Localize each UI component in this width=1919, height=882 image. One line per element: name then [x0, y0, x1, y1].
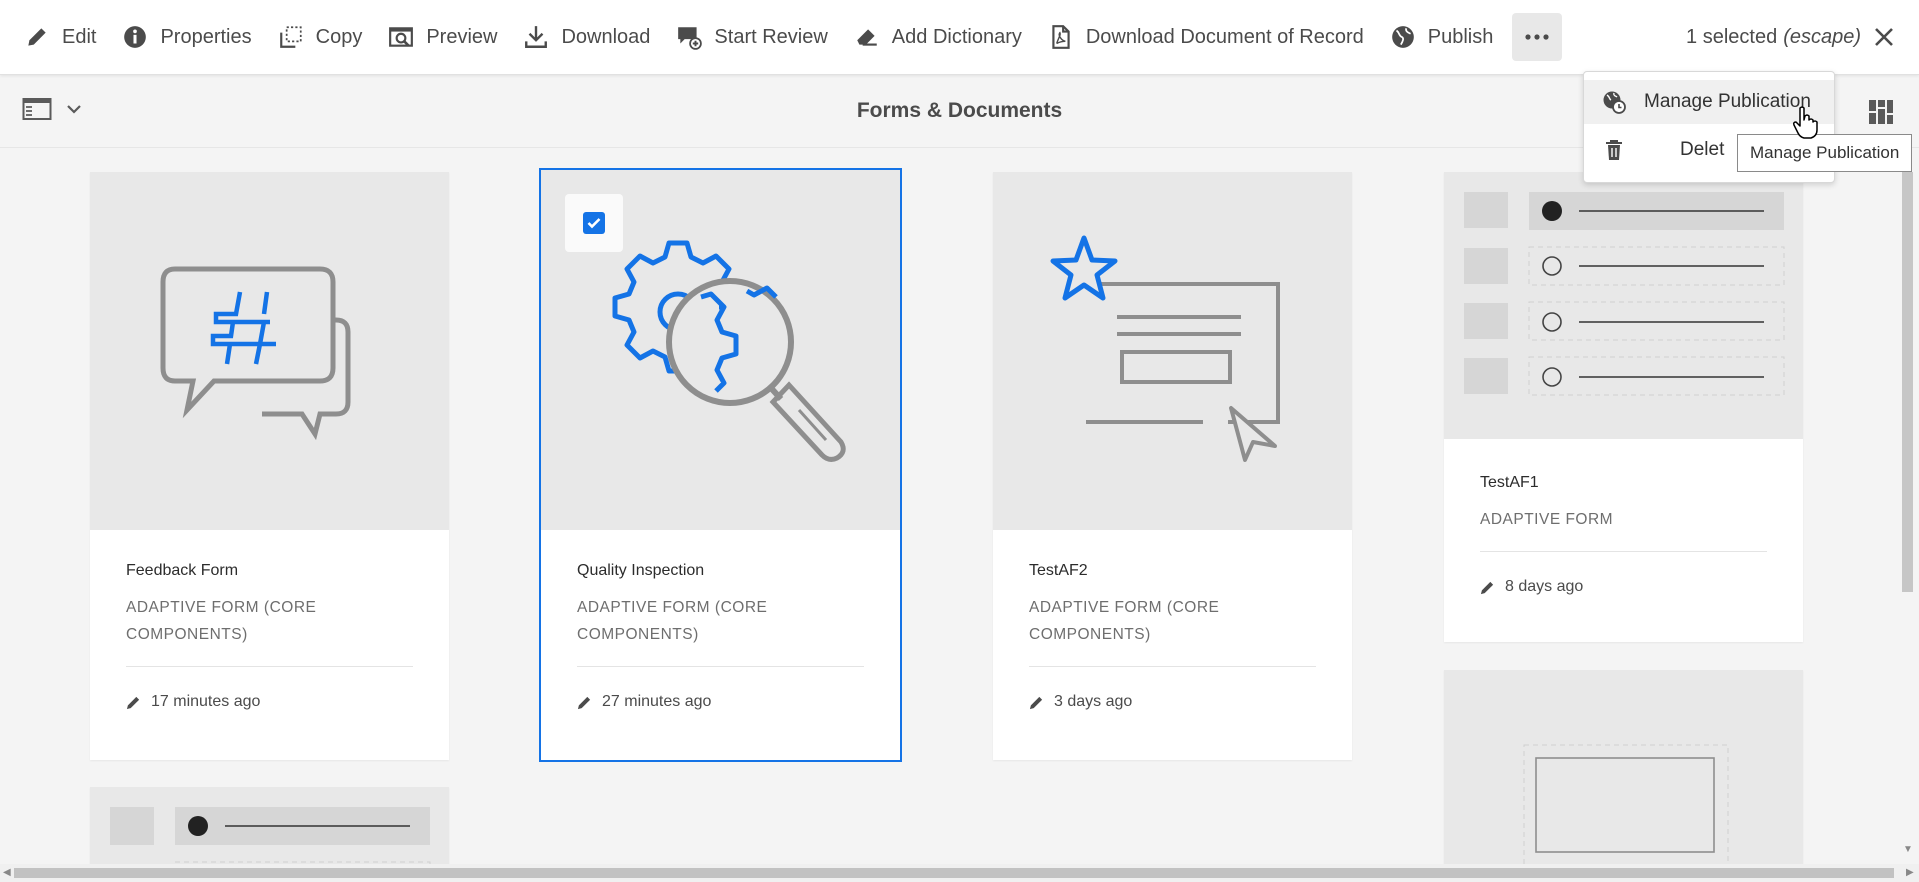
card-thumbnail [1444, 670, 1803, 865]
more-icon [1525, 34, 1549, 40]
preview-button[interactable]: Preview [375, 0, 510, 74]
card-thumbnail [90, 787, 449, 865]
copy-icon [279, 26, 302, 48]
copy-button[interactable]: Copy [265, 0, 376, 74]
card-info: TestAF1 ADAPTIVE FORM 8 days ago [1480, 474, 1767, 596]
card-title: Feedback Form [126, 562, 239, 579]
menu-item-label: Manage Publication [1644, 91, 1811, 112]
more-actions-button[interactable] [1512, 13, 1563, 61]
review-icon [678, 27, 703, 50]
card-type: ADAPTIVE FORM (CORE COMPONENTS) [126, 599, 317, 643]
pdf-icon [1052, 25, 1070, 49]
download-document-of-record-button[interactable]: Download Document of Record [1035, 0, 1377, 74]
card-feedback-form[interactable]: Feedback Form ADAPTIVE FORM (CORE COMPON… [90, 172, 449, 760]
card-title: TestAF1 [1480, 474, 1539, 491]
close-icon[interactable] [1873, 26, 1895, 48]
pencil-icon [1029, 696, 1043, 709]
info-icon [124, 26, 147, 48]
card-info: Quality Inspection ADAPTIVE FORM (CORE C… [577, 562, 864, 711]
scroll-right-arrow-icon[interactable]: ▶ [1906, 867, 1914, 878]
add-dictionary-button[interactable]: Add Dictionary [841, 0, 1035, 74]
menu-item-label: Delet [1680, 139, 1725, 160]
eraser-icon [857, 29, 877, 46]
card-testaf2[interactable]: TestAF2 ADAPTIVE FORM (CORE COMPONENTS) … [993, 172, 1352, 760]
action-bar: Edit Properties Copy Preview Download St… [0, 0, 1919, 75]
card-type: ADAPTIVE FORM (CORE COMPONENTS) [577, 599, 768, 643]
card-divider [126, 666, 413, 667]
selection-status: 1 selected (escape) [1686, 0, 1895, 74]
pencil-icon [577, 696, 591, 709]
download-document-of-record-label: Download Document of Record [1085, 25, 1364, 48]
publish-button[interactable]: Publish [1377, 0, 1507, 74]
horizontal-scroll-thumb[interactable] [14, 868, 1894, 878]
card-type: ADAPTIVE FORM (CORE COMPONENTS) [1029, 599, 1220, 643]
card-modified: 17 minutes ago [126, 693, 413, 711]
vertical-scrollbar[interactable]: ▼ [1898, 172, 1917, 862]
preview-icon [389, 27, 414, 47]
card-thumbnail [1444, 172, 1803, 439]
tooltip: Manage Publication [1737, 134, 1913, 172]
radio-form-icon [1464, 192, 1785, 396]
trash-icon [1606, 140, 1622, 160]
scroll-left-arrow-icon[interactable]: ◀ [3, 867, 11, 878]
pencil-icon [1480, 581, 1494, 594]
edit-button[interactable]: Edit [0, 0, 109, 74]
globe-clock-icon [1603, 91, 1626, 114]
card-title: Quality Inspection [577, 562, 705, 579]
globe-icon [1391, 26, 1414, 48]
card-modified-text: 3 days ago [1054, 693, 1133, 710]
download-button[interactable]: Download [510, 0, 663, 74]
horizontal-scrollbar[interactable]: ◀ ▶ [0, 864, 1919, 882]
card-info: TestAF2 ADAPTIVE FORM (CORE COMPONENTS) … [1029, 562, 1316, 711]
card-divider [1480, 551, 1767, 552]
chat-bubbles-icon [160, 266, 351, 441]
copy-button-label: Copy [315, 25, 363, 48]
card-thumbnail [90, 172, 449, 530]
selection-count: 1 selected [1686, 25, 1778, 48]
card-partial-right[interactable] [1444, 670, 1803, 865]
card-info: Feedback Form ADAPTIVE FORM (CORE COMPON… [126, 562, 413, 711]
add-dictionary-button-label: Add Dictionary [891, 25, 1022, 48]
publish-button-label: Publish [1427, 25, 1494, 48]
radio-form-icon [110, 807, 431, 865]
checkmark-icon [587, 218, 601, 229]
card-view-icon [1869, 100, 1893, 124]
card-title: TestAF2 [1029, 562, 1088, 579]
card-divider [577, 666, 864, 667]
card-modified: 27 minutes ago [577, 693, 864, 711]
selection-hint: (escape) [1783, 25, 1861, 48]
pencil-icon [28, 28, 46, 46]
download-button-label: Download [561, 25, 651, 48]
card-quality-inspection[interactable]: Quality Inspection ADAPTIVE FORM (CORE C… [539, 168, 902, 762]
card-modified-text: 17 minutes ago [151, 693, 261, 710]
hand-cursor-icon [1793, 106, 1818, 139]
panel-form-icon [1523, 744, 1729, 865]
card-modified: 8 days ago [1480, 578, 1767, 596]
card-divider [1029, 666, 1316, 667]
edit-button-label: Edit [62, 25, 97, 48]
card-select-checkbox[interactable] [565, 194, 623, 252]
card-modified-text: 27 minutes ago [602, 693, 712, 710]
card-modified-text: 8 days ago [1505, 578, 1584, 595]
card-testaf1[interactable]: TestAF1 ADAPTIVE FORM 8 days ago [1444, 172, 1803, 642]
pencil-icon [126, 696, 140, 709]
card-modified: 3 days ago [1029, 693, 1316, 711]
card-type: ADAPTIVE FORM [1480, 511, 1614, 528]
preview-button-label: Preview [426, 25, 498, 48]
properties-button-label: Properties [160, 25, 252, 48]
vertical-scroll-thumb[interactable] [1902, 172, 1913, 592]
start-review-button[interactable]: Start Review [663, 0, 840, 74]
card-thumbnail [993, 172, 1352, 530]
properties-button[interactable]: Properties [109, 0, 264, 74]
start-review-button-label: Start Review [714, 25, 828, 48]
scroll-down-arrow-icon[interactable]: ▼ [1903, 844, 1913, 855]
download-icon [525, 26, 548, 48]
checkbox-checked [583, 212, 605, 234]
view-switcher[interactable] [1868, 99, 1894, 130]
star-form-icon [1050, 235, 1280, 462]
card-partial-left[interactable] [90, 787, 449, 865]
